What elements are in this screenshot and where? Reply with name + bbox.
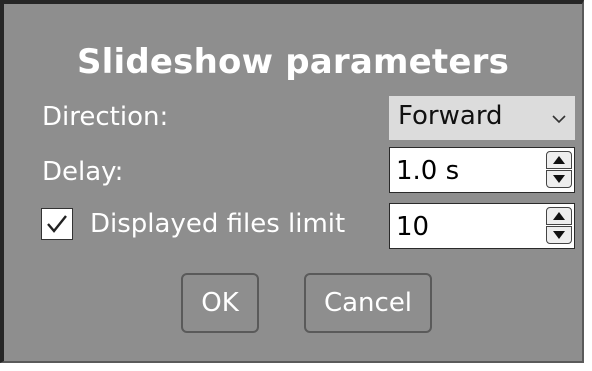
slideshow-dialog: Slideshow parameters Direction: Forward … bbox=[0, 0, 584, 363]
direction-value: Forward bbox=[398, 101, 503, 131]
files-limit-stepper bbox=[546, 207, 572, 245]
delay-increment-button[interactable] bbox=[546, 151, 572, 169]
files-limit-value: 10 bbox=[396, 212, 430, 242]
arrow-down-icon bbox=[553, 231, 565, 239]
delay-decrement-button[interactable] bbox=[546, 170, 572, 188]
files-limit-increment-button[interactable] bbox=[546, 207, 572, 225]
cancel-button[interactable]: Cancel bbox=[304, 273, 432, 333]
files-limit-label: Displayed files limit bbox=[90, 209, 346, 239]
checkmark-icon bbox=[47, 215, 67, 233]
delay-value: 1.0 s bbox=[396, 156, 460, 186]
delay-spinbox[interactable]: 1.0 s bbox=[389, 147, 575, 193]
dialog-title: Slideshow parameters bbox=[76, 42, 510, 82]
delay-stepper bbox=[546, 151, 572, 189]
arrow-up-icon bbox=[553, 212, 565, 220]
delay-label: Delay: bbox=[42, 157, 124, 187]
files-limit-spinbox[interactable]: 10 bbox=[389, 203, 575, 249]
chevron-down-icon bbox=[551, 110, 567, 124]
arrow-up-icon bbox=[553, 156, 565, 164]
arrow-down-icon bbox=[553, 175, 565, 183]
direction-select[interactable]: Forward bbox=[389, 96, 575, 140]
ok-button[interactable]: OK bbox=[181, 273, 259, 333]
files-limit-decrement-button[interactable] bbox=[546, 226, 572, 244]
files-limit-checkbox[interactable] bbox=[41, 208, 73, 240]
direction-label: Direction: bbox=[42, 102, 169, 132]
